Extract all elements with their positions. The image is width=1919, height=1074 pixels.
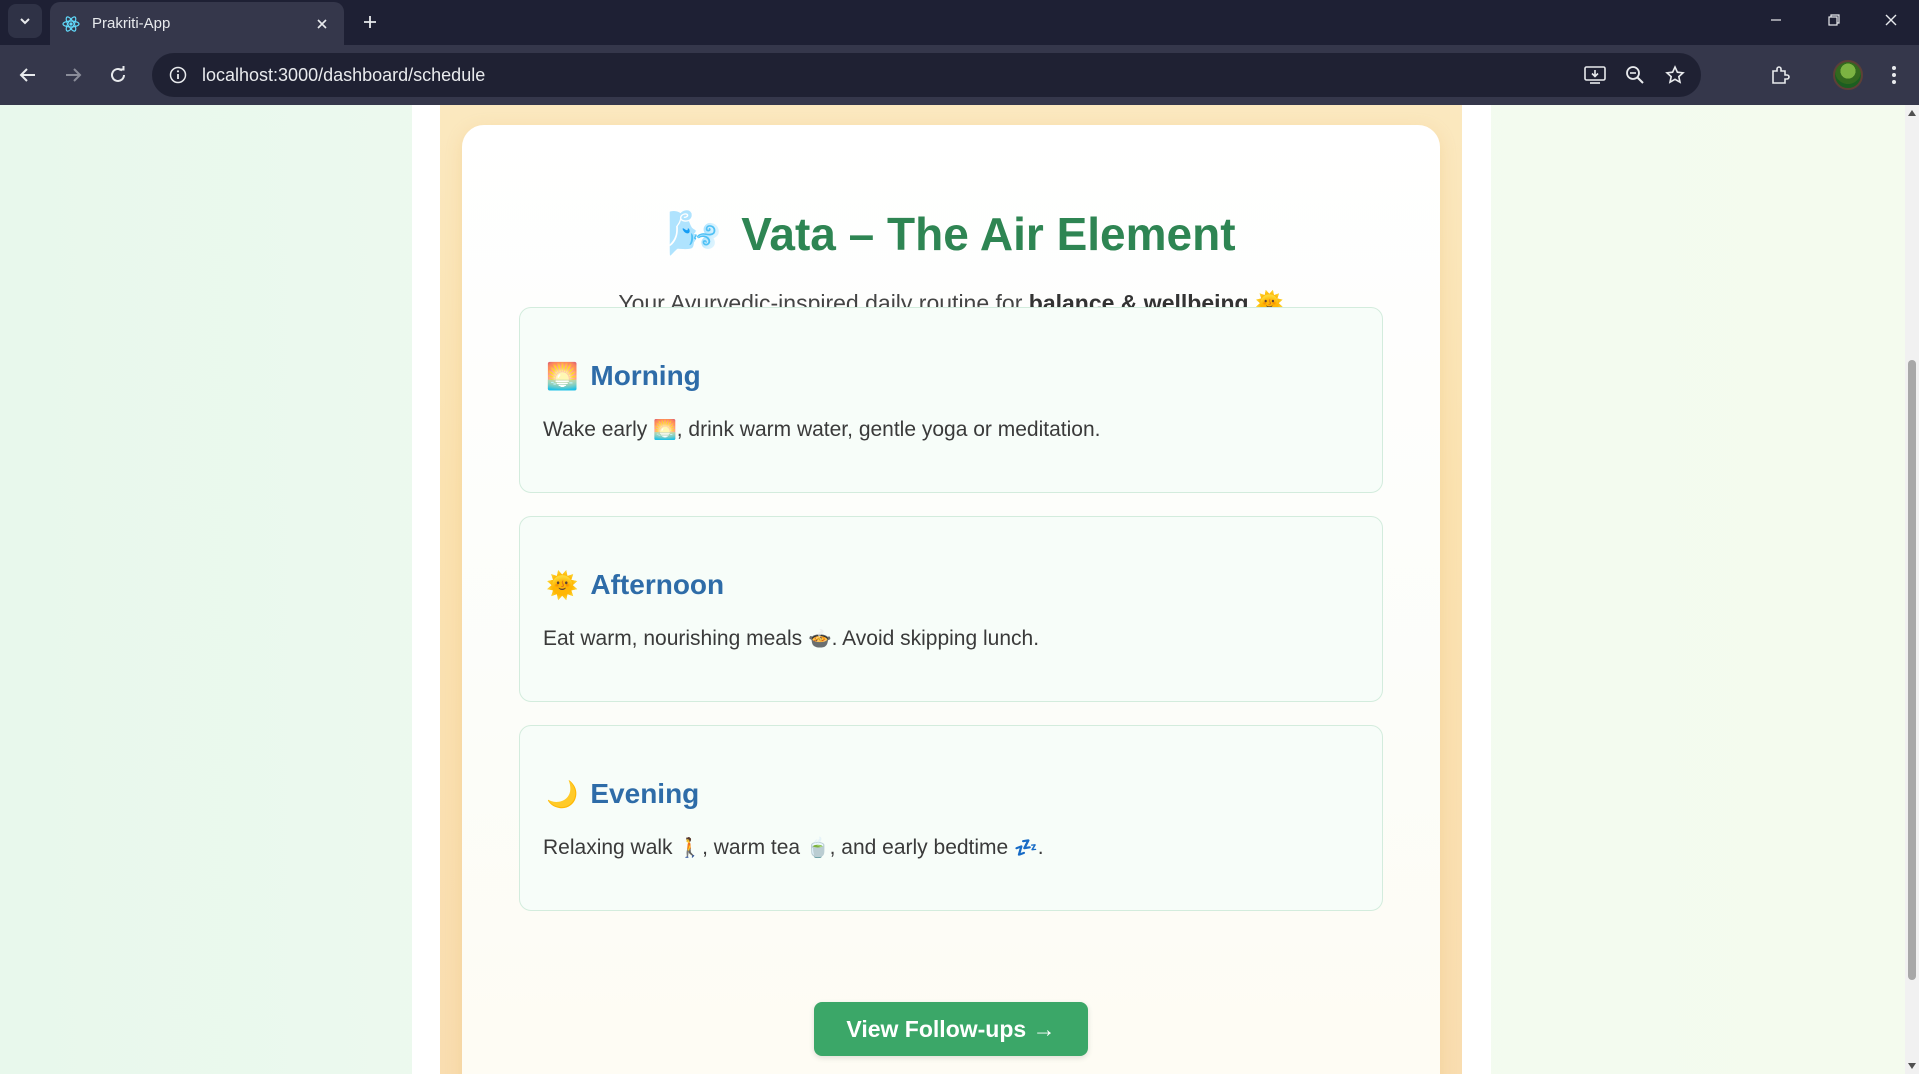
react-icon bbox=[62, 15, 80, 32]
minimize-icon bbox=[1771, 19, 1781, 21]
section-body: Eat warm, nourishing meals 🍲. Avoid skip… bbox=[543, 627, 1039, 651]
restore-icon bbox=[1828, 14, 1840, 26]
tea-cup-icon: 🍵 bbox=[805, 838, 830, 859]
section-body: Relaxing walk 🚶, warm tea 🍵, and early b… bbox=[543, 836, 1044, 860]
section-header: 🌙 Evening bbox=[546, 778, 699, 810]
stew-pot-icon: 🍲 bbox=[807, 629, 832, 650]
browser-toolbar: localhost:3000/dashboard/schedule bbox=[0, 45, 1919, 105]
section-header: 🌞 Afternoon bbox=[546, 569, 724, 601]
close-icon bbox=[317, 18, 327, 29]
sunrise-icon: 🌅 bbox=[653, 420, 677, 441]
section-header: 🌅 Morning bbox=[546, 360, 701, 392]
sun-face-icon: 🌞 bbox=[546, 570, 579, 600]
zoom-icon bbox=[1626, 66, 1644, 84]
new-tab-button[interactable] bbox=[356, 8, 384, 36]
section-text: . Avoid skipping lunch. bbox=[831, 627, 1040, 650]
url-text: localhost:3000/dashboard/schedule bbox=[202, 64, 486, 85]
install-app-button[interactable] bbox=[1575, 55, 1615, 95]
triangle-up-icon bbox=[1908, 110, 1916, 116]
section-text: Wake early bbox=[543, 418, 654, 441]
reload-icon bbox=[111, 66, 125, 82]
wind-face-icon: 🌬️ bbox=[666, 209, 722, 258]
address-bar[interactable]: localhost:3000/dashboard/schedule bbox=[152, 53, 1701, 97]
morning-section: 🌅 Morning Wake early 🌅, drink warm water… bbox=[519, 307, 1383, 493]
browser-tab-bar: Prakriti-App bbox=[0, 0, 1919, 45]
view-follow-ups-button[interactable]: View Follow-ups → bbox=[814, 1002, 1088, 1056]
sunrise-icon: 🌅 bbox=[546, 361, 579, 391]
profile-avatar[interactable] bbox=[1833, 60, 1863, 90]
section-title: Evening bbox=[590, 778, 700, 809]
site-info-button[interactable] bbox=[156, 53, 200, 97]
page-title-row: 🌬️ Vata – The Air Element bbox=[462, 207, 1440, 261]
page-title: Vata – The Air Element bbox=[741, 208, 1236, 260]
info-icon bbox=[169, 66, 187, 84]
section-text: , and early bedtime bbox=[829, 836, 1015, 859]
afternoon-section: 🌞 Afternoon Eat warm, nourishing meals 🍲… bbox=[519, 516, 1383, 702]
install-icon bbox=[1584, 66, 1606, 84]
crescent-moon-icon: 🌙 bbox=[546, 779, 579, 809]
section-title: Morning bbox=[590, 360, 701, 391]
browser-menu-button[interactable] bbox=[1877, 58, 1911, 92]
tab-title: Prakriti-App bbox=[92, 15, 171, 32]
reload-button[interactable] bbox=[101, 58, 135, 92]
section-title: Afternoon bbox=[590, 569, 725, 600]
section-body: Wake early 🌅, drink warm water, gentle y… bbox=[543, 418, 1100, 442]
arrow-left-icon bbox=[19, 68, 35, 82]
restore-button[interactable] bbox=[1805, 0, 1863, 40]
section-text: , drink warm water, gentle yoga or medit… bbox=[676, 418, 1101, 441]
section-text: , warm tea bbox=[702, 836, 806, 859]
extensions-button[interactable] bbox=[1763, 58, 1797, 92]
close-icon bbox=[1885, 14, 1897, 26]
triangle-down-icon bbox=[1908, 1063, 1916, 1069]
bookmark-button[interactable] bbox=[1655, 55, 1695, 95]
tab-close-button[interactable] bbox=[312, 14, 332, 34]
section-text: Relaxing walk bbox=[543, 836, 679, 859]
arrow-right-icon bbox=[66, 68, 82, 82]
forward-button[interactable] bbox=[56, 58, 90, 92]
kebab-icon bbox=[1892, 66, 1896, 84]
back-button[interactable] bbox=[11, 58, 45, 92]
scroll-up-arrow[interactable] bbox=[1905, 105, 1919, 121]
close-window-button[interactable] bbox=[1862, 0, 1919, 40]
puzzle-icon bbox=[1772, 66, 1790, 84]
plus-icon bbox=[364, 16, 376, 28]
sleep-zzz-icon: 💤 bbox=[1014, 838, 1038, 859]
page-scrollbar[interactable] bbox=[1905, 105, 1919, 1074]
browser-tab[interactable]: Prakriti-App bbox=[50, 2, 344, 45]
star-icon bbox=[1665, 65, 1685, 84]
evening-section: 🌙 Evening Relaxing walk 🚶, warm tea 🍵, a… bbox=[519, 725, 1383, 911]
tab-list-button[interactable] bbox=[8, 4, 42, 38]
walking-person-icon: 🚶 bbox=[678, 838, 703, 859]
page-viewport: 🌬️ Vata – The Air Element Your Ayurvedic… bbox=[0, 105, 1905, 1074]
chevron-down-icon bbox=[20, 18, 30, 25]
scrollbar-thumb[interactable] bbox=[1908, 360, 1916, 980]
section-text: . bbox=[1037, 836, 1044, 859]
zoom-button[interactable] bbox=[1615, 55, 1655, 95]
schedule-card: 🌬️ Vata – The Air Element Your Ayurvedic… bbox=[462, 125, 1440, 1074]
scroll-down-arrow[interactable] bbox=[1905, 1058, 1919, 1074]
minimize-button[interactable] bbox=[1747, 0, 1805, 40]
section-text: Eat warm, nourishing meals bbox=[543, 627, 808, 650]
